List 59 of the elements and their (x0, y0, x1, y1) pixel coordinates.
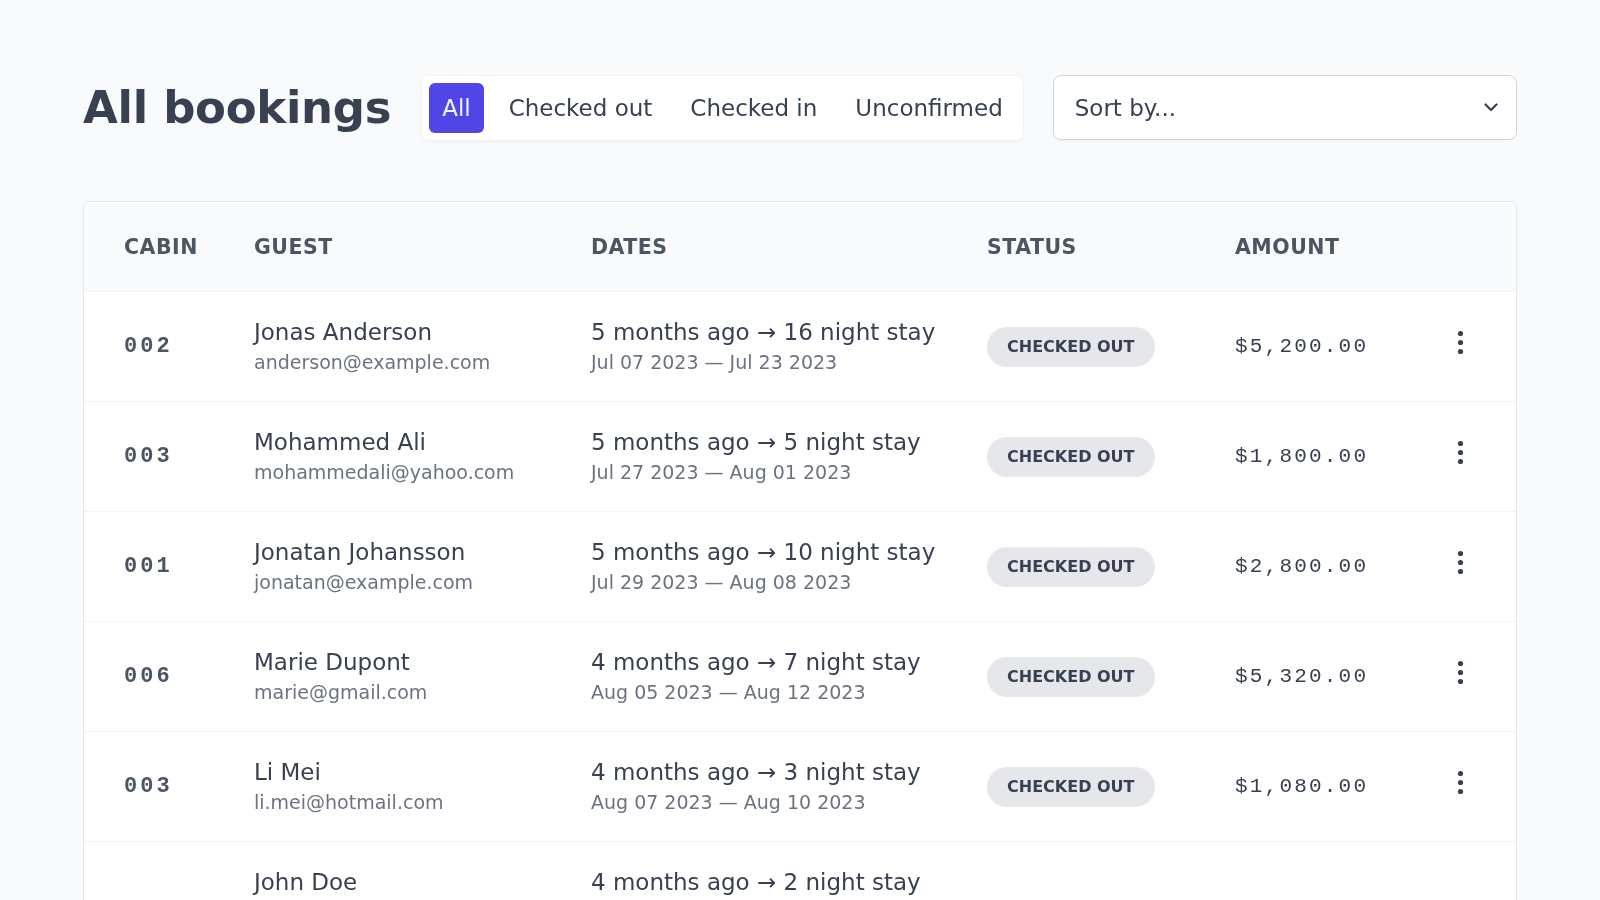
column-header: STATUS (987, 234, 1077, 259)
sort-select[interactable]: Sort by... (1052, 75, 1517, 140)
stay-summary: 4 months ago → 3 night stay (591, 759, 921, 787)
booking-amount: $5,200.00 (1235, 335, 1369, 358)
filter-tab[interactable]: All (429, 82, 484, 133)
cabin-number: 003 (124, 774, 173, 799)
guest-email: mohammedali@yahoo.com (254, 460, 515, 485)
guest-name: Mohammed Ali (254, 429, 426, 457)
guest-email: anderson@example.com (254, 350, 491, 375)
row-menu-button[interactable] (1456, 550, 1464, 575)
date-range: Jul 07 2023 — Jul 23 2023 (591, 350, 838, 375)
booking-amount: $2,800.00 (1235, 555, 1369, 578)
filter-tab[interactable]: Checked out (495, 82, 666, 133)
filter-tab[interactable]: Unconfirmed (842, 82, 1016, 133)
status-badge: CHECKED OUT (987, 436, 1155, 477)
cabin-number: 002 (124, 334, 173, 359)
stay-summary: 5 months ago → 5 night stay (591, 429, 921, 457)
stay-summary: 5 months ago → 16 night stay (591, 319, 936, 347)
column-header: CABIN (124, 234, 198, 259)
cabin-number: 003 (124, 444, 173, 469)
date-range: Jul 27 2023 — Aug 01 2023 (591, 460, 852, 485)
date-range: Aug 05 2023 — Aug 12 2023 (591, 680, 866, 705)
guest-name: Li Mei (254, 759, 321, 787)
vertical-dots-icon (1456, 660, 1464, 685)
guest-name: Jonas Anderson (254, 319, 432, 347)
row-menu-button[interactable] (1456, 330, 1464, 355)
cabin-number: 006 (124, 664, 173, 689)
status-badge: CHECKED OUT (987, 546, 1155, 587)
guest-name: Jonatan Johansson (254, 539, 466, 567)
booking-amount: $1,080.00 (1235, 775, 1369, 798)
guest-email: marie@gmail.com (254, 680, 428, 705)
date-range: Aug 07 2023 — Aug 10 2023 (591, 790, 866, 815)
row-menu-button[interactable] (1456, 440, 1464, 465)
filter-tab[interactable]: Checked in (677, 82, 831, 133)
cabin-number: 001 (124, 554, 173, 579)
vertical-dots-icon (1456, 440, 1464, 465)
row-menu-button[interactable] (1456, 770, 1464, 795)
guest-name: Marie Dupont (254, 649, 410, 677)
chevron-down-icon (1484, 103, 1498, 112)
stay-summary: 4 months ago → 7 night stay (591, 649, 921, 677)
guest-email: li.mei@hotmail.com (254, 790, 444, 815)
vertical-dots-icon (1456, 770, 1464, 795)
booking-amount: $1,800.00 (1235, 445, 1369, 468)
status-badge: CHECKED OUT (987, 326, 1155, 367)
page-title: All bookings (83, 81, 392, 134)
status-badge: CHECKED OUT (987, 766, 1155, 807)
status-badge: CHECKED OUT (987, 656, 1155, 697)
booking-amount: $5,320.00 (1235, 665, 1369, 688)
column-header: AMOUNT (1235, 234, 1340, 259)
column-header: DATES (591, 234, 668, 259)
column-header: GUEST (254, 234, 333, 259)
vertical-dots-icon (1456, 550, 1464, 575)
row-menu-button[interactable] (1456, 660, 1464, 685)
stay-summary: 5 months ago → 10 night stay (591, 539, 936, 567)
guest-name: John Doe (254, 869, 358, 897)
guest-email: jonatan@example.com (254, 570, 474, 595)
stay-summary: 4 months ago → 2 night stay (591, 869, 921, 897)
vertical-dots-icon (1456, 330, 1464, 355)
date-range: Jul 29 2023 — Aug 08 2023 (591, 570, 852, 595)
